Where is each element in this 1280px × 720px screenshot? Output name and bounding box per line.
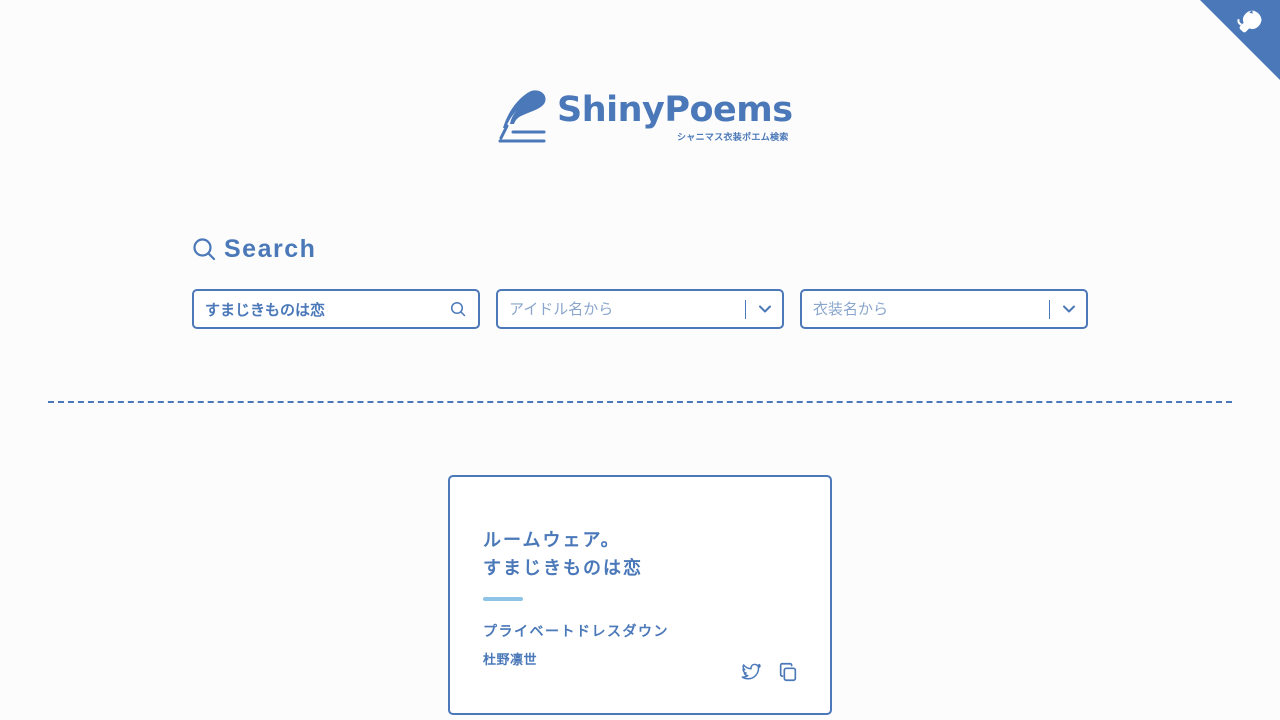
poem-line-2: すまじきものは恋 [483, 558, 643, 579]
poem-card: ルームウェア。 すまじきものは恋 プライベートドレスダウン 杜野凛世 [448, 475, 832, 715]
search-heading-label: Search [224, 234, 317, 263]
page: ShinyPoems シャニマス衣装ポエム検索 Search アイドル名から 衣… [0, 0, 1280, 720]
costume-name: プライベートドレスダウン [483, 624, 669, 640]
select-separator [745, 300, 746, 319]
poem-text: ルームウェア。 すまじきものは恋 [483, 527, 643, 583]
logo-subtitle: シャニマス衣装ポエム検索 [677, 133, 789, 143]
select-separator [1049, 300, 1050, 319]
github-octocat-icon [1200, 0, 1280, 80]
poem-line-1: ルームウェア。 [483, 530, 621, 551]
idol-name: 杜野凛世 [483, 653, 538, 668]
chevron-down-icon[interactable] [758, 302, 772, 316]
twitter-icon[interactable] [740, 661, 762, 683]
text-search-field [192, 289, 480, 329]
copy-icon[interactable] [777, 661, 799, 683]
app-logo[interactable]: ShinyPoems シャニマス衣装ポエム検索 [497, 86, 793, 146]
chevron-down-icon[interactable] [1062, 302, 1076, 316]
search-heading: Search [192, 232, 316, 266]
quill-logo-icon [498, 90, 546, 143]
accent-bar [483, 597, 523, 601]
github-corner-link[interactable] [1200, 0, 1280, 80]
costume-select[interactable]: 衣装名から [800, 289, 1088, 329]
costume-select-placeholder: 衣装名から [813, 300, 889, 318]
dashed-divider [48, 401, 1232, 403]
idol-select[interactable]: アイドル名から [496, 289, 784, 329]
text-search-input[interactable] [194, 291, 445, 327]
idol-select-placeholder: アイドル名から [509, 300, 614, 318]
logo-title: ShinyPoems [557, 90, 793, 130]
search-icon [193, 238, 216, 261]
magnifier-icon[interactable] [450, 301, 466, 317]
